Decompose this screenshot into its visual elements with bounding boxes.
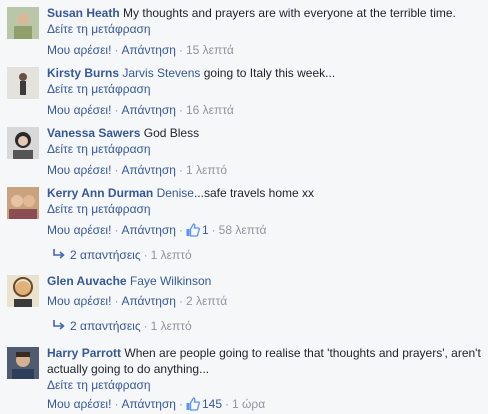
- comment-author[interactable]: Kerry Ann Durman: [47, 186, 153, 200]
- like-button[interactable]: Μου αρέσει!: [47, 294, 111, 308]
- comment-timestamp[interactable]: 1 λεπτό: [186, 163, 227, 177]
- comment-author[interactable]: Harry Parrott: [47, 346, 121, 360]
- avatar[interactable]: [7, 187, 39, 219]
- separator: ·: [114, 294, 119, 308]
- comment-timestamp[interactable]: 16 λεπτά: [186, 103, 234, 117]
- replies-row[interactable]: 2 απαντήσεις · 1 λεπτό: [52, 318, 192, 335]
- comment-author[interactable]: Kirsty Burns: [47, 66, 119, 80]
- separator: ·: [114, 43, 119, 57]
- avatar[interactable]: [7, 275, 39, 307]
- comment-author[interactable]: Glen Auvache: [47, 274, 127, 288]
- separator: ·: [178, 163, 183, 177]
- reply-button[interactable]: Απάντηση: [121, 294, 176, 308]
- avatar[interactable]: [7, 7, 39, 39]
- comment-timestamp[interactable]: 15 λεπτά: [186, 43, 234, 57]
- comment-actions: Μου αρέσει! · Απάντηση · 16 λεπτά: [47, 102, 484, 118]
- avatar[interactable]: [7, 347, 39, 379]
- reply-arrow-icon: [52, 319, 68, 335]
- like-count-value: 1: [201, 223, 209, 237]
- reply-button[interactable]: Απάντηση: [121, 397, 176, 411]
- separator: ·: [178, 103, 183, 117]
- comment-text: My thoughts and prayers are with everyon…: [123, 6, 456, 20]
- like-count[interactable]: 145: [186, 397, 222, 411]
- comment-text: going to Italy this week...: [203, 66, 336, 80]
- reply-button[interactable]: Απάντηση: [121, 163, 176, 177]
- like-button[interactable]: Μου αρέσει!: [47, 103, 111, 117]
- separator: ·: [143, 319, 148, 333]
- separator: ·: [178, 397, 183, 411]
- comment-actions: Μου αρέσει! · Απάντηση · 145 · 1 ώρα: [47, 396, 484, 412]
- reply-button[interactable]: Απάντηση: [121, 43, 176, 57]
- comment-author[interactable]: Vanessa Sawers: [47, 126, 140, 140]
- see-translation-link[interactable]: Δείτε τη μετάφραση: [47, 201, 484, 217]
- tagged-person[interactable]: Faye Wilkinson: [130, 274, 211, 288]
- replies-timestamp: 1 λεπτό: [150, 248, 192, 262]
- separator: ·: [143, 248, 148, 262]
- comment-actions: Μου αρέσει! · Απάντηση · 2 λεπτά: [47, 293, 484, 309]
- comment-text: ...safe travels home xx: [193, 186, 314, 200]
- comment-timestamp[interactable]: 58 λεπτά: [219, 223, 267, 237]
- view-replies-link[interactable]: 2 απαντήσεις: [70, 319, 141, 333]
- like-button[interactable]: Μου αρέσει!: [47, 163, 111, 177]
- separator: ·: [178, 294, 183, 308]
- reply-button[interactable]: Απάντηση: [121, 223, 176, 237]
- like-button[interactable]: Μου αρέσει!: [47, 223, 111, 237]
- comment-timestamp[interactable]: 2 λεπτά: [186, 294, 227, 308]
- comment-actions: Μου αρέσει! · Απάντηση · 1 λεπτό: [47, 162, 484, 178]
- tagged-person[interactable]: Denise: [157, 186, 194, 200]
- see-translation-link[interactable]: Δείτε τη μετάφραση: [47, 81, 484, 97]
- comment-text: God Bless: [143, 126, 200, 140]
- avatar[interactable]: [7, 127, 39, 159]
- see-translation-link[interactable]: Δείτε τη μετάφραση: [47, 141, 484, 157]
- separator: ·: [114, 103, 119, 117]
- like-button[interactable]: Μου αρέσει!: [47, 43, 111, 57]
- separator: ·: [114, 163, 119, 177]
- like-count[interactable]: 1: [186, 223, 209, 237]
- thumbs-up-icon: [186, 223, 200, 237]
- separator: ·: [178, 223, 183, 237]
- separator: ·: [114, 223, 119, 237]
- reply-button[interactable]: Απάντηση: [121, 103, 176, 117]
- replies-timestamp: 1 λεπτό: [150, 319, 192, 333]
- reply-arrow-icon: [52, 248, 68, 264]
- separator: ·: [114, 397, 119, 411]
- separator: ·: [225, 397, 230, 411]
- see-translation-link[interactable]: Δείτε τη μετάφραση: [47, 377, 484, 393]
- comment-timestamp[interactable]: 1 ώρα: [232, 397, 265, 411]
- tagged-person[interactable]: Jarvis Stevens: [122, 66, 200, 80]
- avatar[interactable]: [7, 67, 39, 99]
- separator: ·: [211, 223, 216, 237]
- replies-row[interactable]: 2 απαντήσεις · 1 λεπτό: [52, 247, 192, 264]
- comment-actions: Μου αρέσει! · Απάντηση · 15 λεπτά: [47, 42, 484, 58]
- comment-actions: Μου αρέσει! · Απάντηση · 1 · 58 λεπτά: [47, 222, 484, 238]
- separator: ·: [178, 43, 183, 57]
- see-translation-link[interactable]: Δείτε τη μετάφραση: [47, 21, 484, 37]
- like-count-value: 145: [201, 397, 223, 411]
- thumbs-up-icon: [186, 397, 200, 411]
- view-replies-link[interactable]: 2 απαντήσεις: [70, 248, 141, 262]
- like-button[interactable]: Μου αρέσει!: [47, 397, 111, 411]
- comment-author[interactable]: Susan Heath: [47, 6, 120, 20]
